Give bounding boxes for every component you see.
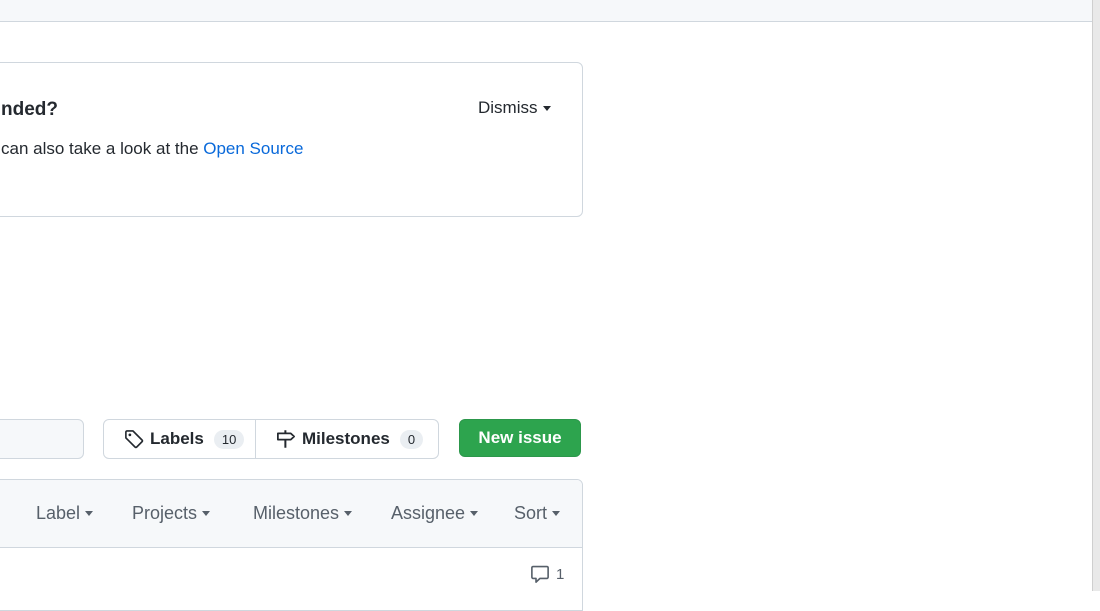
issue-search-input[interactable] [0, 419, 84, 459]
banner-text-body: can also take a look at the [1, 139, 204, 158]
caret-down-icon [344, 511, 353, 516]
filter-milestones[interactable]: Milestones [253, 503, 353, 524]
filter-assignee-text: Assignee [391, 503, 466, 523]
info-banner: nded? can also take a look at the Open S… [0, 62, 583, 217]
dismiss-button[interactable]: Dismiss [478, 98, 551, 118]
vertical-scrollbar[interactable] [1092, 0, 1100, 591]
filter-sort[interactable]: Sort [514, 503, 561, 524]
caret-down-icon [542, 105, 551, 111]
filter-projects[interactable]: Projects [132, 503, 211, 524]
milestones-counter: 0 [399, 429, 424, 449]
caret-down-icon [202, 511, 211, 516]
labels-milestones-group: Labels 10 Milestones 0 [103, 419, 439, 459]
milestones-button[interactable]: Milestones 0 [256, 420, 438, 458]
dismiss-label: Dismiss [478, 98, 538, 117]
new-issue-button[interactable]: New issue [459, 419, 581, 457]
comment-icon [531, 565, 549, 583]
caret-down-icon [552, 511, 561, 516]
filter-assignee[interactable]: Assignee [391, 503, 479, 524]
filter-label-text: Label [36, 503, 81, 523]
open-source-link[interactable]: Open Source [203, 139, 303, 158]
filter-sort-text: Sort [514, 503, 548, 523]
top-bar [0, 0, 1092, 22]
comment-count: 1 [556, 565, 565, 583]
caret-down-icon [85, 511, 94, 516]
issues-list-header: Label Projects Milestones Assignee Sort [0, 480, 582, 548]
filter-projects-text: Projects [132, 503, 198, 523]
filter-label[interactable]: Label [36, 503, 94, 524]
banner-title: nded? [1, 99, 58, 120]
labels-counter: 10 [213, 429, 245, 449]
labels-label: Labels [150, 429, 204, 448]
issues-list: Label Projects Milestones Assignee Sort … [0, 479, 583, 611]
caret-down-icon [470, 511, 479, 516]
filter-milestones-text: Milestones [253, 503, 340, 523]
banner-text: can also take a look at the Open Source [1, 139, 303, 159]
tag-icon [125, 430, 144, 449]
milestones-label: Milestones [302, 429, 390, 448]
labels-button[interactable]: Labels 10 [104, 420, 256, 458]
issue-comments-link[interactable]: 1 [530, 564, 564, 584]
milestone-icon [277, 430, 295, 448]
